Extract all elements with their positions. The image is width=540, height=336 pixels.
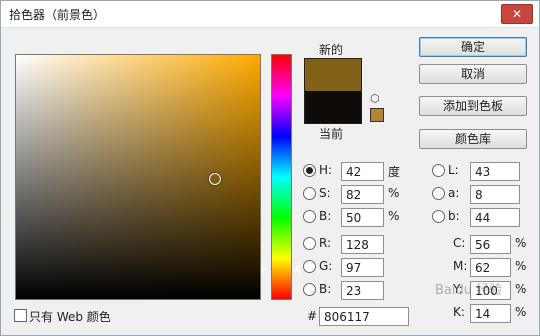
hue-slider-left-arrow-icon[interactable]	[261, 264, 268, 274]
red-radio[interactable]	[303, 237, 316, 250]
green-label: G:	[319, 259, 333, 273]
lab-b-label: b:	[448, 209, 460, 223]
hue-input[interactable]: 42	[341, 162, 384, 181]
title-bar: 拾色器（前景色） ✕	[1, 1, 539, 28]
brightness-radio[interactable]	[303, 210, 316, 223]
close-icon: ✕	[511, 7, 523, 21]
lab-l-radio[interactable]	[432, 164, 445, 177]
hex-input[interactable]: 806117	[319, 307, 409, 326]
color-picker-dialog: 拾色器（前景色） ✕ 新的 当前 ⬡ 确定 取消 添加到色板 颜色库 H: 42…	[0, 0, 540, 336]
magenta-unit: %	[515, 259, 527, 273]
hue-slider-right-arrow-icon[interactable]	[293, 264, 300, 274]
close-button[interactable]: ✕	[501, 4, 533, 24]
blue-radio[interactable]	[303, 283, 316, 296]
black-label: K:	[453, 305, 465, 319]
saturation-input[interactable]: 82	[341, 185, 384, 204]
magenta-label: M:	[453, 259, 468, 273]
green-radio[interactable]	[303, 260, 316, 273]
brightness-unit: %	[388, 209, 400, 223]
cube-icon[interactable]: ⬡	[370, 93, 380, 105]
hue-radio[interactable]	[303, 164, 316, 177]
magenta-input[interactable]: 62	[470, 258, 511, 277]
cyan-input[interactable]: 56	[470, 235, 511, 254]
lab-b-radio[interactable]	[432, 210, 445, 223]
window-title: 拾色器（前景色）	[9, 8, 106, 22]
black-unit: %	[515, 305, 527, 319]
web-colors-only-label: 只有 Web 颜色	[29, 310, 111, 324]
cancel-button[interactable]: 取消	[419, 64, 527, 84]
lab-l-input[interactable]: 43	[470, 162, 520, 181]
lab-a-radio[interactable]	[432, 187, 445, 200]
web-safe-swatch-icon[interactable]	[370, 108, 384, 122]
brightness-label: B:	[319, 209, 332, 223]
lab-b-input[interactable]: 44	[470, 208, 520, 227]
lab-a-input[interactable]: 8	[470, 185, 520, 204]
lab-a-label: a:	[448, 186, 460, 200]
new-color-swatch	[304, 58, 362, 92]
red-label: R:	[319, 236, 332, 250]
brightness-input[interactable]: 50	[341, 208, 384, 227]
color-libraries-button[interactable]: 颜色库	[419, 129, 527, 149]
lab-l-label: L:	[448, 163, 459, 177]
web-colors-only-checkbox[interactable]	[14, 309, 27, 322]
color-field[interactable]	[15, 54, 261, 300]
hue-label: H:	[319, 163, 333, 177]
blue-label: B:	[319, 282, 332, 296]
saturation-label: S:	[319, 186, 331, 200]
saturation-radio[interactable]	[303, 187, 316, 200]
hue-unit: 度	[388, 165, 401, 179]
black-input[interactable]: 14	[470, 304, 511, 323]
cyan-unit: %	[515, 236, 527, 250]
hue-slider[interactable]	[271, 54, 292, 300]
current-color-swatch[interactable]	[304, 91, 362, 124]
green-input[interactable]: 97	[341, 258, 384, 277]
saturation-unit: %	[388, 186, 400, 200]
yellow-unit: %	[515, 282, 527, 296]
ok-button[interactable]: 确定	[419, 37, 527, 57]
new-color-label: 新的	[319, 43, 344, 57]
watermark-text: Baidu 经验	[435, 283, 503, 298]
cyan-label: C:	[453, 236, 466, 250]
blue-input[interactable]: 23	[341, 281, 384, 300]
add-to-swatches-button[interactable]: 添加到色板	[419, 96, 527, 116]
red-input[interactable]: 128	[341, 235, 384, 254]
color-field-cursor[interactable]	[209, 173, 221, 185]
current-color-label: 当前	[319, 127, 344, 141]
hex-label: #	[307, 309, 318, 323]
